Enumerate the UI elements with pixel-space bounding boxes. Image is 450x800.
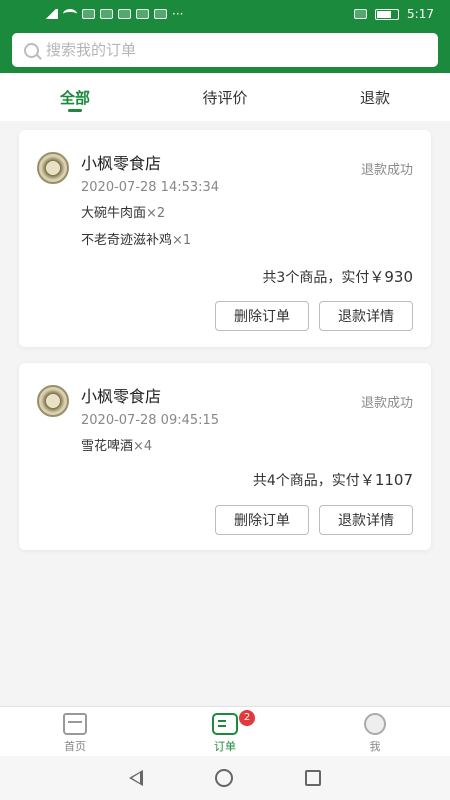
order-items: 雪花啤酒×4	[81, 433, 152, 460]
list-item: 不老奇迹滋补鸡×1	[81, 227, 191, 254]
browser-icon	[100, 9, 113, 19]
speed-icon	[354, 9, 368, 19]
order-time: 2020-07-28 09:45:15	[81, 413, 220, 428]
status-bar: ··· 5:17	[0, 0, 450, 28]
item-qty: ×1	[172, 233, 192, 248]
system-nav-bar	[0, 756, 450, 800]
total-text: 共4个商品，实付	[252, 473, 360, 489]
battery-icon	[375, 8, 400, 20]
delete-order-button[interactable]: 删除订单	[215, 301, 309, 331]
order-status: 退款成功	[360, 163, 413, 178]
order-items: 大碗牛肉面×2 不老奇迹滋补鸡×1	[81, 200, 191, 254]
usb-icon	[82, 9, 95, 19]
nav-item-orders[interactable]: 订单	[150, 707, 300, 756]
list-item: 大碗牛肉面×2	[81, 200, 191, 227]
shop-logo	[37, 152, 69, 184]
more-notifications: ···	[172, 7, 184, 21]
home-icon	[63, 713, 87, 735]
order-icon	[212, 713, 238, 735]
total-text: 共3个商品，实付	[262, 270, 370, 286]
nav-label: 我	[369, 740, 381, 753]
total-amount: ￥1107	[359, 471, 413, 489]
list-item: 雪花啤酒×4	[81, 433, 152, 460]
back-icon[interactable]	[129, 770, 143, 786]
nav-label: 首页	[64, 740, 86, 753]
wifi-icon	[63, 9, 77, 19]
bottom-nav: 首页 订单 我 2	[0, 706, 450, 756]
status-time: 5:17	[407, 7, 434, 21]
search-bar[interactable]	[12, 33, 438, 67]
nav-item-home[interactable]: 首页	[0, 707, 150, 756]
search-input[interactable]	[46, 41, 406, 59]
tab-all[interactable]: 全部	[0, 73, 150, 121]
nav-label: 订单	[214, 740, 236, 753]
order-badge: 2	[239, 710, 255, 726]
refund-details-button[interactable]: 退款详情	[319, 301, 413, 331]
order-card[interactable]: 小枫零食店 2020-07-28 14:53:34 退款成功 大碗牛肉面×2 不…	[19, 130, 431, 347]
video-icon	[136, 9, 149, 19]
delete-order-button[interactable]: 删除订单	[215, 505, 309, 535]
item-name: 雪花啤酒	[81, 439, 134, 454]
search-icon	[24, 42, 39, 58]
shop-logo	[37, 385, 69, 417]
order-status: 退款成功	[360, 396, 413, 411]
item-name: 不老奇迹滋补鸡	[81, 233, 173, 248]
order-tabs: 全部 待评价 退款	[0, 73, 450, 121]
profile-icon	[364, 713, 386, 735]
order-card[interactable]: 小枫零食店 2020-07-28 09:45:15 退款成功 雪花啤酒×4 共4…	[19, 363, 431, 550]
refund-details-button[interactable]: 退款详情	[319, 505, 413, 535]
nav-item-me[interactable]: 我	[300, 707, 450, 756]
order-total: 共3个商品，实付￥930	[262, 266, 413, 287]
recent-apps-icon[interactable]	[305, 770, 321, 786]
tab-pending-review[interactable]: 待评价	[150, 73, 300, 121]
item-name: 大碗牛肉面	[81, 206, 147, 221]
app-notification-icon	[154, 9, 167, 19]
app-header: ··· 5:17	[0, 0, 450, 73]
shop-name: 小枫零食店	[81, 154, 162, 173]
item-qty: ×2	[146, 206, 166, 221]
item-qty: ×4	[133, 439, 153, 454]
telegram-icon	[118, 9, 131, 19]
total-amount: ￥930	[369, 268, 413, 286]
order-total: 共4个商品，实付￥1107	[253, 469, 413, 490]
home-circle-icon[interactable]	[215, 769, 233, 787]
order-time: 2020-07-28 14:53:34	[81, 180, 220, 195]
tab-refund[interactable]: 退款	[300, 73, 450, 121]
signal-icon	[44, 9, 58, 19]
shop-name: 小枫零食店	[81, 387, 162, 406]
